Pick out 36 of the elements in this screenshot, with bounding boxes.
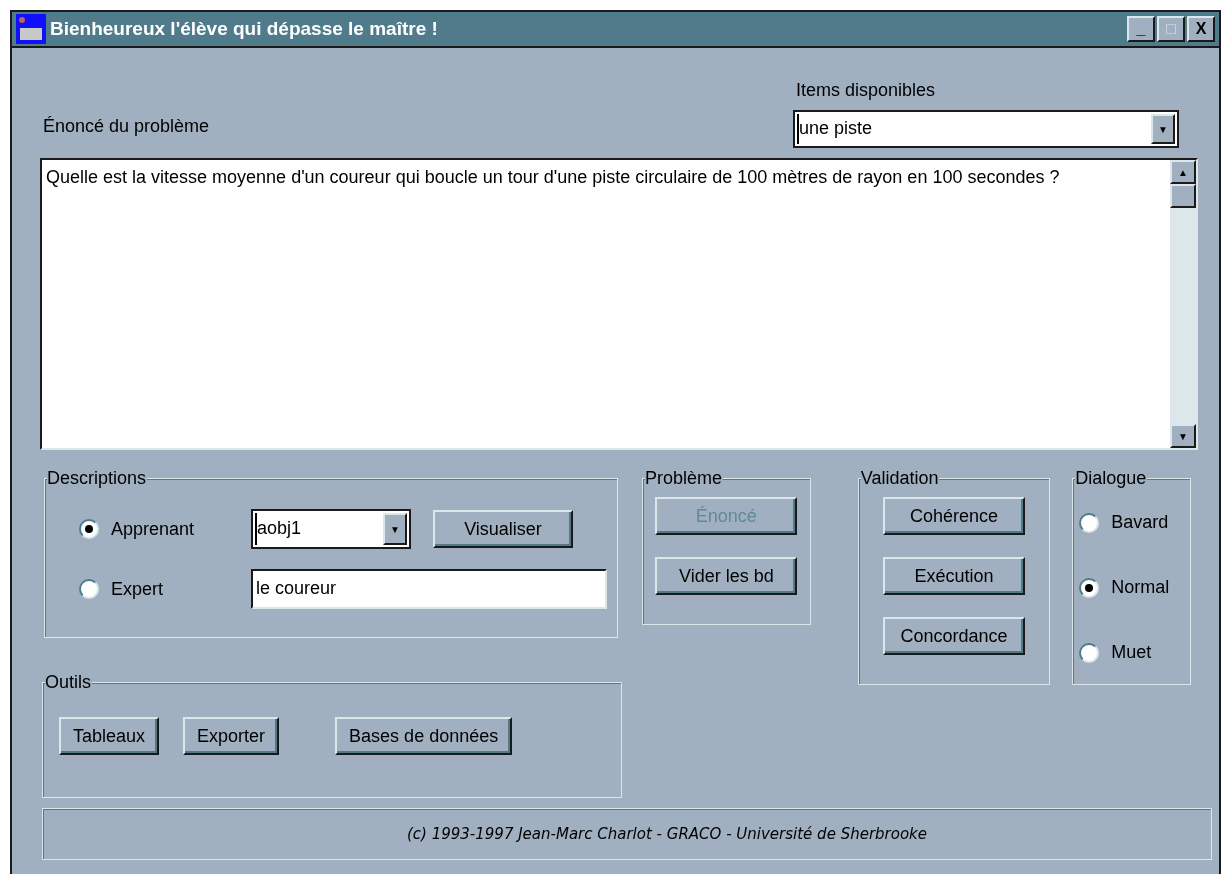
radio-label: Apprenant (111, 517, 195, 541)
button[interactable]: Vider les bd (655, 557, 798, 595)
radio-label: Normal (1111, 576, 1170, 599)
statement-text: Quelle est la vitesse moyenne d'un coureur qui boucle un tour d'une piste circulaire de 100 mètres de rayon en 100 secondes ? (45, 166, 1061, 189)
radio-label: Expert (111, 577, 164, 601)
items-label: Items disponibles (796, 79, 937, 102)
radio-button[interactable] (1079, 642, 1100, 663)
text-field[interactable]: le coureur (251, 569, 607, 609)
copyright-text: (c) 1993-1997 Jean-Marc Charlot - GRACO - Université de Sherbrooke (406, 823, 928, 845)
scroll-up-button[interactable]: ▲ (1170, 160, 1196, 184)
statement-label: Énoncé du problème (43, 115, 210, 138)
radio-button[interactable] (1079, 577, 1100, 598)
items-dropdown[interactable]: une piste ▼ (793, 110, 1179, 148)
radio-button[interactable] (79, 519, 99, 539)
window-title: Bienheureux l'élève qui dépasse le maître ! (50, 16, 439, 41)
scrollbar[interactable]: ▲ ▼ (1170, 160, 1196, 448)
button[interactable]: Concordance (882, 617, 1025, 655)
button[interactable]: Exporter (183, 717, 280, 755)
button[interactable]: Bases de données (335, 717, 513, 755)
button[interactable]: Visualiser (433, 510, 573, 548)
dropdown-button[interactable]: ▼ (383, 513, 407, 545)
object-dropdown[interactable]: aobj1 ▼ (251, 509, 411, 549)
statement-area[interactable]: Quelle est la vitesse moyenne d'un coureur qui boucle un tour d'une piste circulaire de 100 mètres de rayon en 100 secondes ? ▲ ▼ (40, 158, 1198, 450)
button[interactable]: Exécution (882, 557, 1025, 595)
scroll-thumb[interactable] (1170, 184, 1196, 208)
dropdown-button[interactable]: ▼ (1151, 114, 1175, 144)
radio-button[interactable] (79, 579, 99, 599)
scroll-down-button[interactable]: ▼ (1170, 424, 1196, 448)
radio-button[interactable] (1079, 512, 1100, 533)
button[interactable]: Cohérence (882, 497, 1025, 535)
minimize-button[interactable]: _ (1127, 16, 1155, 42)
app-icon (16, 14, 46, 44)
close-button[interactable]: X (1187, 16, 1215, 42)
radio-label: Muet (1111, 641, 1152, 664)
radio-label: Bavard (1111, 511, 1169, 534)
button[interactable]: Tableaux (59, 717, 160, 755)
